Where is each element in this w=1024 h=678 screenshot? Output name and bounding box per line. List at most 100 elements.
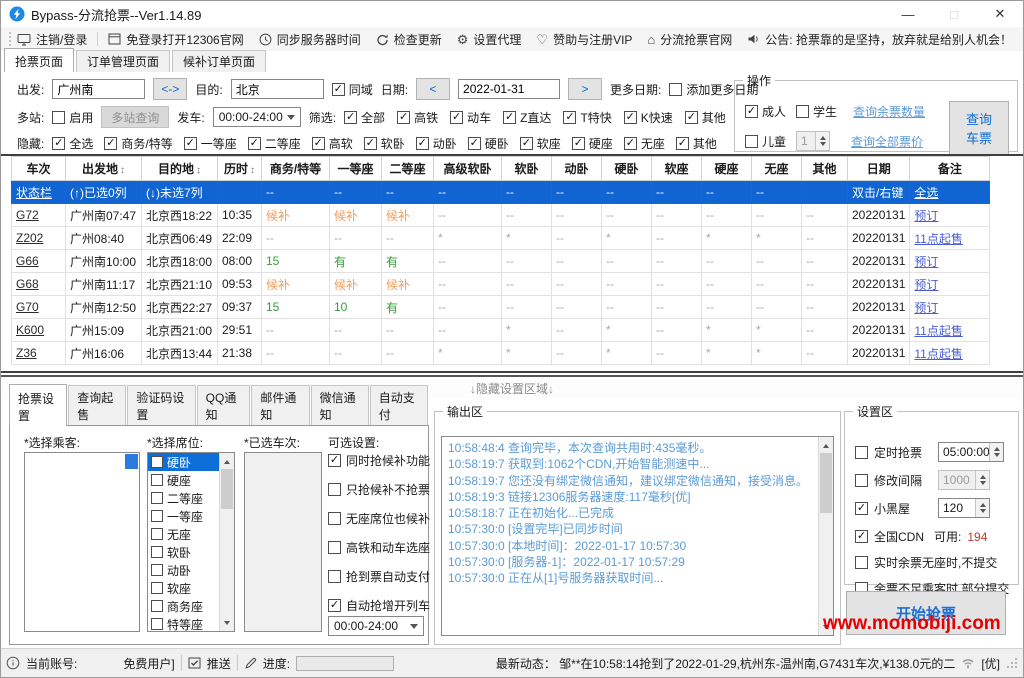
checkbox[interactable]: ✓ <box>623 110 637 124</box>
column-header[interactable]: 目的地 ↕ <box>141 156 218 181</box>
remark-link[interactable]: 预订 <box>909 203 991 227</box>
seat-scrollbar[interactable] <box>219 453 234 631</box>
child-checkbox[interactable]: 儿童 <box>745 133 786 150</box>
checkbox[interactable]: ✓ <box>344 110 358 124</box>
checkbox[interactable]: ✓ <box>328 454 341 467</box>
selected-trains-listbox[interactable] <box>244 452 322 632</box>
toolbar-item[interactable]: 注销/登录 <box>17 31 87 48</box>
query-tickets-button[interactable]: 查询 车票 <box>949 101 1009 159</box>
log-box[interactable]: 10:58:48:4 查询完毕，本次查询共用时:435毫秒。 10:58:19:7… <box>441 436 834 636</box>
tab-查询起售[interactable]: 查询起售 <box>68 385 127 425</box>
train-type-checkbox[interactable]: ✓ Z直达 <box>503 109 551 126</box>
tab-抢票页面[interactable]: 抢票页面 <box>4 48 75 73</box>
checkbox[interactable]: ✓ <box>311 136 325 150</box>
seat-option[interactable]: 软卧 <box>148 543 220 561</box>
toolbar-item[interactable]: 检查更新 <box>376 31 442 48</box>
tab-自动支付[interactable]: 自动支付 <box>369 385 428 425</box>
tab-订单管理页面[interactable]: 订单管理页面 <box>76 50 171 72</box>
seat-hide-checkbox[interactable]: ✓ 一等座 <box>183 135 237 152</box>
train-type-checkbox[interactable]: ✓ T特快 <box>563 109 612 126</box>
checkbox[interactable] <box>151 546 163 558</box>
train-link[interactable]: G72 <box>11 203 66 227</box>
spinner-buttons[interactable] <box>989 443 1003 461</box>
seat-option[interactable]: 软座 <box>148 579 220 597</box>
column-header[interactable]: 二等座 <box>381 156 434 181</box>
column-header[interactable]: 动卧 <box>551 156 602 181</box>
query-price-link[interactable]: 查询全部票价 <box>851 133 923 150</box>
remark-link[interactable]: 11点起售 <box>909 226 991 250</box>
prev-date-button[interactable]: < <box>416 78 451 100</box>
minimize-button[interactable]: — <box>885 1 931 27</box>
checkbox[interactable]: ✓ <box>684 110 698 124</box>
remark-link[interactable]: 预订 <box>909 249 991 273</box>
column-header[interactable]: 其他 <box>801 156 848 181</box>
checkbox[interactable] <box>745 134 758 148</box>
seat-hide-checkbox[interactable]: ✓ 无座 <box>623 135 665 152</box>
grab-time-range-select[interactable]: 00:00-24:00 <box>328 616 424 636</box>
train-link[interactable]: G70 <box>11 295 66 319</box>
remark-link[interactable]: 全选 <box>909 180 991 204</box>
checkbox[interactable] <box>328 570 341 583</box>
toolbar-item[interactable]: ♡ 赞助与注册VIP <box>536 31 632 48</box>
date-input[interactable] <box>458 79 561 99</box>
column-header[interactable]: 无座 <box>751 156 802 181</box>
maximize-button[interactable]: □ <box>931 1 977 27</box>
train-type-checkbox[interactable]: ✓ 其他 <box>684 109 726 126</box>
checkbox[interactable] <box>151 456 163 468</box>
checkbox[interactable] <box>796 105 810 118</box>
seat-listbox[interactable]: 硬卧 硬座 二等座 一等座 无座 软卧 动卧 软座 商务座 特等座 <box>147 452 235 632</box>
column-header[interactable]: 车次 <box>11 156 66 181</box>
checkbox[interactable] <box>151 582 163 594</box>
grab-option[interactable]: 抢到票自动支付 <box>328 568 430 585</box>
grab-option[interactable]: ✓ 同时抢候补功能 <box>328 452 430 469</box>
column-header[interactable]: 硬卧 <box>601 156 652 181</box>
setting-spinner[interactable]: 1000 <box>938 470 990 490</box>
seat-hide-checkbox[interactable]: ✓ 商务/特等 <box>104 135 173 152</box>
log-scrollbar[interactable] <box>818 437 833 635</box>
grab-option[interactable]: 高铁和动车选座 <box>328 539 430 556</box>
checkbox[interactable] <box>151 564 163 576</box>
checkbox[interactable]: ✓ <box>855 530 868 543</box>
checkbox[interactable] <box>328 483 341 496</box>
seat-option[interactable]: 一等座 <box>148 507 220 525</box>
scrollbar-thumb[interactable] <box>820 453 832 513</box>
column-header[interactable]: 一等座 <box>329 156 382 181</box>
column-header[interactable]: 备注 <box>909 156 991 181</box>
toolbar-item[interactable]: ⌂ 分流抢票官网 <box>647 31 732 48</box>
seat-hide-checkbox[interactable]: ✓ 二等座 <box>247 135 301 152</box>
train-link[interactable]: G66 <box>11 249 66 273</box>
train-type-checkbox[interactable]: ✓ 动车 <box>450 109 491 126</box>
column-header[interactable]: 软座 <box>651 156 702 181</box>
train-link[interactable]: Z36 <box>11 341 66 365</box>
seat-hide-checkbox[interactable]: ✓ 硬卧 <box>467 135 509 152</box>
checkbox[interactable] <box>328 512 341 525</box>
push-label[interactable]: 推送 <box>207 655 231 672</box>
column-header[interactable]: 硬座 <box>701 156 752 181</box>
seat-hide-checkbox[interactable]: ✓ 软卧 <box>363 135 405 152</box>
toolbar-item[interactable]: 公告: 抢票靠的是坚持，放弃就是给别人机会！ <box>747 31 1012 48</box>
checkbox[interactable]: ✓ <box>675 136 689 150</box>
seat-option[interactable]: 特等座 <box>148 615 220 633</box>
column-header[interactable]: 高级软卧 <box>433 156 502 181</box>
column-header[interactable]: 出发地 ↕ <box>65 156 142 181</box>
column-header[interactable]: 历时 ↕ <box>217 156 262 181</box>
tab-候补订单页面[interactable]: 候补订单页面 <box>172 50 267 72</box>
checkbox[interactable]: ✓ <box>519 136 533 150</box>
depart-input[interactable] <box>52 79 146 99</box>
checkbox[interactable] <box>151 474 163 486</box>
checkbox[interactable]: ✓ <box>571 136 585 150</box>
train-link[interactable]: Z202 <box>11 226 66 250</box>
seat-hide-checkbox[interactable]: ✓ 其他 <box>675 135 717 152</box>
checkbox[interactable] <box>855 556 868 569</box>
close-button[interactable]: ✕ <box>977 1 1023 27</box>
checkbox[interactable]: ✓ <box>450 110 464 124</box>
spinner-buttons[interactable] <box>975 471 989 489</box>
checkbox[interactable]: ✓ <box>855 501 868 515</box>
next-date-button[interactable]: > <box>568 78 603 100</box>
student-checkbox[interactable]: 学生 <box>796 103 837 120</box>
seat-hide-checkbox[interactable]: ✓ 软座 <box>519 135 561 152</box>
checkbox[interactable]: ✓ <box>104 136 118 150</box>
seat-option[interactable]: 二等座 <box>148 489 220 507</box>
train-link[interactable]: K600 <box>11 318 66 342</box>
column-header[interactable]: 商务/特等 <box>261 156 330 181</box>
